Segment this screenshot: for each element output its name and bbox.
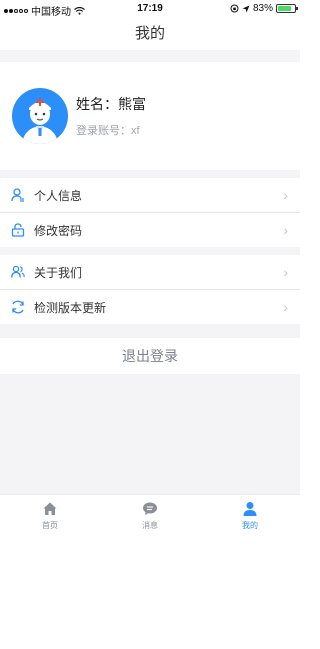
logout-button[interactable]: 退出登录 (0, 338, 300, 374)
profile-card (0, 62, 300, 170)
section-gap (0, 170, 300, 178)
chevron-right-icon: › (283, 222, 288, 238)
battery-percent: 83% (252, 3, 273, 14)
content-background (0, 374, 300, 494)
tab-messages[interactable]: 消息 (120, 501, 180, 531)
home-icon (43, 502, 57, 515)
message-icon (143, 502, 157, 515)
tab-label: 我的 (242, 521, 258, 530)
profile-name: 姓名：熊富 (76, 96, 146, 112)
chevron-right-icon: › (283, 264, 288, 280)
section-gap (0, 50, 300, 62)
menu-label: 修改密码 (34, 223, 83, 238)
rotation-lock-icon (230, 4, 239, 13)
doctor-avatar (12, 88, 68, 144)
menu-item-personal-info[interactable]: 个人信息 › (0, 178, 300, 212)
lock-icon (11, 223, 25, 237)
tab-mine[interactable]: 我的 (220, 501, 280, 531)
menu-item-check-update[interactable]: 检测版本更新 › (0, 290, 300, 324)
tab-home[interactable]: 首页 (20, 501, 80, 531)
menu-label: 个人信息 (34, 188, 83, 203)
menu-item-about-us[interactable]: 关于我们 › (0, 255, 300, 289)
user-icon (243, 502, 257, 516)
tab-label: 首页 (42, 521, 58, 530)
location-arrow-icon (242, 5, 250, 12)
tab-label: 消息 (142, 521, 158, 530)
page-title: 我的 (134, 25, 165, 42)
section-gap (0, 324, 300, 338)
menu-label: 检测版本更新 (34, 300, 107, 315)
menu-item-change-password[interactable]: 修改密码 › (0, 213, 300, 247)
chevron-right-icon: › (283, 187, 288, 203)
refresh-icon (12, 300, 24, 314)
profile-account: 登录账号：xf (76, 125, 140, 137)
chevron-right-icon: › (283, 299, 288, 315)
bottom-tab-bar: 首页 消息 我的 (0, 494, 300, 537)
status-bar: 中国移动 17:19 83% (0, 0, 300, 18)
section-gap (0, 247, 300, 255)
person-icon (11, 188, 24, 202)
menu-label: 关于我们 (34, 265, 83, 280)
battery-icon (276, 4, 298, 13)
users-icon (11, 265, 25, 278)
